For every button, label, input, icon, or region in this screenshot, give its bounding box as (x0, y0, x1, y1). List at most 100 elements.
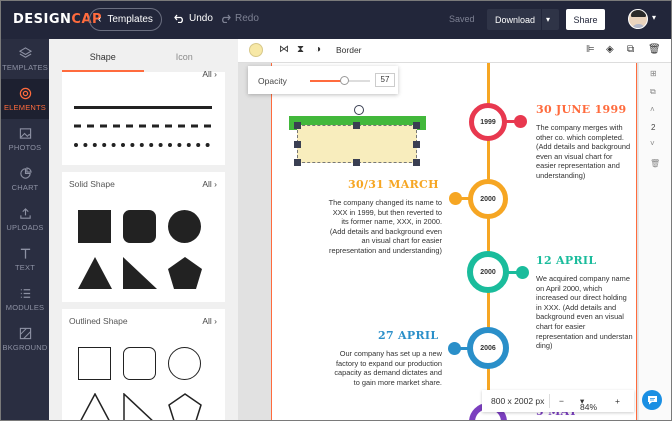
lines-all-link[interactable]: All › (202, 69, 217, 79)
solid-rounded-square-shape[interactable] (123, 210, 156, 243)
app-window: DESIGNCAP ‹ Templates Undo Redo Saved Do… (0, 0, 672, 421)
avatar-shirt (632, 24, 645, 28)
node-year: 2000 (480, 268, 496, 276)
timeline-node-2000-b[interactable]: 2000 (467, 251, 509, 293)
photo-icon (19, 127, 31, 139)
nav-chart-label: CHART (11, 182, 39, 192)
nav-chart[interactable]: CHART (1, 159, 49, 199)
node-year: 1999 (480, 118, 496, 126)
timeline-node-2006[interactable]: 2006 (467, 327, 509, 369)
resize-handle[interactable] (294, 141, 301, 148)
nav-photos-label: PHOTOS (8, 142, 42, 152)
selected-rectangle[interactable] (297, 125, 417, 163)
opacity-value-input[interactable]: 57 (375, 73, 395, 87)
outlined-rounded-square-shape[interactable] (123, 347, 156, 380)
outlined-circle-shape[interactable] (168, 347, 201, 380)
redo-button[interactable]: Redo (220, 13, 259, 24)
resize-handle[interactable] (294, 122, 301, 129)
nav-uploads[interactable]: UPLOADS (1, 199, 49, 239)
solid-circle-shape[interactable] (168, 210, 201, 243)
canvas-size-label: 800 x 2002 px (491, 396, 545, 406)
templates-button[interactable]: ‹ Templates (89, 8, 162, 31)
delete-page-icon[interactable]: 🗑 (650, 159, 660, 168)
solid-all-label: All (202, 179, 212, 189)
opacity-slider[interactable] (310, 76, 370, 85)
solid-line-shape[interactable] (74, 106, 212, 109)
rotate-handle-icon[interactable] (354, 105, 364, 115)
outlined-square-shape[interactable] (78, 347, 111, 380)
solid-triangle-shape[interactable] (78, 257, 112, 289)
outlined-triangle-shape[interactable] (78, 393, 112, 421)
resize-handle[interactable] (413, 159, 420, 166)
border-button[interactable]: Border (336, 45, 362, 55)
undo-button[interactable]: Undo (174, 13, 213, 24)
top-bar: DESIGNCAP ‹ Templates Undo Redo Saved Do… (1, 1, 671, 39)
align-icon[interactable]: ⊫ (586, 44, 595, 55)
event-date: 12 APRIL (536, 254, 597, 267)
redo-icon (222, 14, 231, 23)
solid-shape-card: Solid Shape All › (62, 172, 225, 302)
zoom-out-button[interactable]: − (559, 396, 564, 406)
zoom-level-select[interactable]: 84% ▾ (580, 396, 597, 412)
redo-label: Redo (235, 13, 259, 24)
layer-icon[interactable]: ◈ (606, 44, 614, 55)
timeline-node-2000[interactable]: 2000 (468, 179, 508, 219)
chevron-down-icon[interactable]: ˅ (650, 139, 655, 148)
event-description: We acquired company name on April 2000, … (536, 274, 633, 351)
copy-page-icon[interactable]: ⧉ (650, 87, 656, 97)
tab-icon[interactable]: Icon (144, 39, 226, 72)
nav-modules-label: MODULES (5, 302, 45, 312)
flip-vertical-icon[interactable]: ⧗ (297, 44, 304, 55)
resize-handle[interactable] (353, 159, 360, 166)
resize-handle[interactable] (413, 122, 420, 129)
tab-shape[interactable]: Shape (62, 39, 144, 72)
opacity-slider-handle[interactable] (339, 76, 349, 85)
outlined-pentagon-shape[interactable] (168, 393, 202, 421)
nav-elements[interactable]: ELEMENTS (1, 79, 49, 119)
timeline-node-1999[interactable]: 1999 (469, 103, 507, 141)
solid-square-shape[interactable] (78, 210, 111, 243)
resize-handle[interactable] (294, 159, 301, 166)
nav-modules[interactable]: MODULES (1, 279, 49, 319)
resize-handle[interactable] (413, 141, 420, 148)
nav-uploads-label: UPLOADS (6, 222, 44, 232)
design-page[interactable]: 1999 30 JUNE 1999 The company merges wit… (271, 63, 637, 420)
share-button[interactable]: Share (566, 9, 605, 30)
event-date: 27 APRIL (378, 329, 439, 342)
solid-pentagon-shape[interactable] (168, 257, 202, 289)
element-toolbar: ⋈ ⧗ ◑ Border ⊫ ◈ ⧉ 🗑 (238, 39, 671, 63)
outlined-shape-title: Outlined Shape (69, 316, 128, 326)
dotted-line-shape[interactable] (74, 142, 212, 148)
flip-horizontal-icon[interactable]: ⋈ (279, 44, 289, 55)
dashed-line-shape[interactable] (74, 124, 212, 128)
zoom-bar: 800 x 2002 px − 84% ▾ + (482, 390, 634, 412)
avatar[interactable] (628, 9, 648, 29)
download-button[interactable]: Download ▾ (487, 9, 559, 30)
chat-support-button[interactable] (642, 390, 662, 410)
outlined-all-link[interactable]: All › (202, 316, 217, 326)
chart-icon (19, 166, 32, 179)
outlined-all-label: All (202, 316, 212, 326)
nav-photos[interactable]: PHOTOS (1, 119, 49, 159)
add-page-icon[interactable]: ⊞ (650, 69, 657, 78)
nav-elements-label: ELEMENTS (3, 102, 47, 112)
outlined-right-triangle-shape[interactable] (123, 393, 157, 421)
text-icon (20, 248, 30, 259)
nav-templates[interactable]: TEMPLATES (1, 39, 49, 79)
elements-icon (19, 87, 31, 99)
chevron-down-icon[interactable]: ▾ (546, 15, 550, 24)
duplicate-icon[interactable]: ⧉ (627, 44, 634, 55)
avatar-chevron-down-icon[interactable]: ▾ (652, 13, 656, 22)
left-nav-rail: TEMPLATES ELEMENTS PHOTOS CHART UPLOADS … (1, 39, 49, 420)
trash-icon[interactable]: 🗑 (648, 44, 661, 55)
solid-right-triangle-shape[interactable] (123, 257, 157, 289)
opacity-icon[interactable]: ◑ (315, 44, 321, 55)
nav-background[interactable]: BKGROUND (1, 319, 49, 359)
resize-handle[interactable] (353, 122, 360, 129)
zoom-in-button[interactable]: + (615, 396, 620, 406)
solid-all-link[interactable]: All › (202, 179, 217, 189)
nav-text[interactable]: TEXT (1, 239, 49, 279)
chevron-up-icon[interactable]: ˄ (650, 105, 655, 114)
canvas-area: 1999 30 JUNE 1999 The company merges wit… (238, 63, 671, 420)
fill-color-swatch[interactable] (249, 43, 263, 57)
